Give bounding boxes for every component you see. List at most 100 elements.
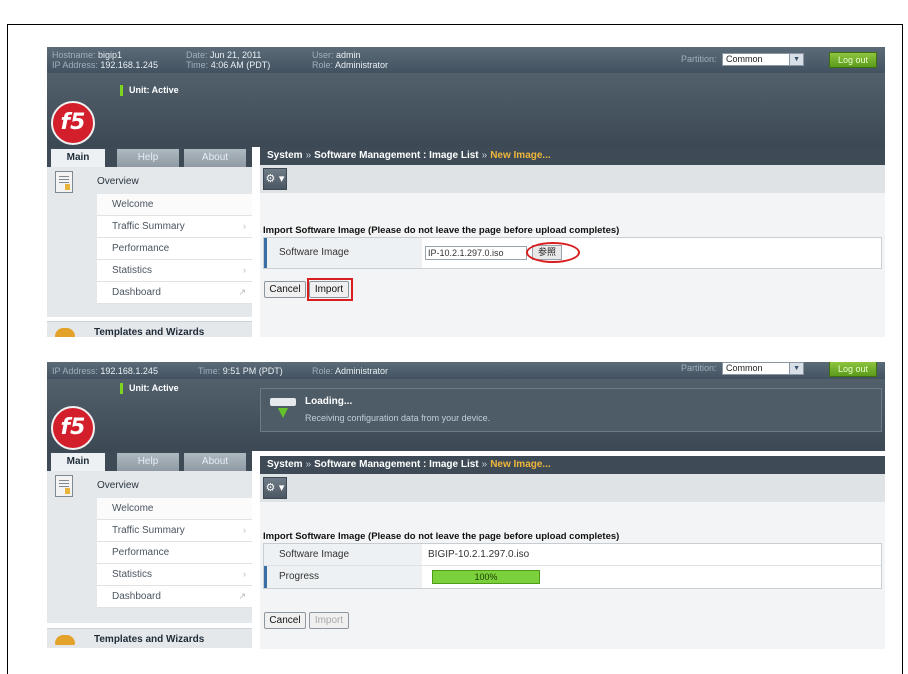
highlight-circle <box>526 242 580 263</box>
templates-label: Templates and Wizards <box>94 327 205 337</box>
partition-select[interactable]: Common ▼ <box>722 362 805 375</box>
partition-value: Common <box>726 363 763 373</box>
external-link-icon: ↗ <box>238 287 246 297</box>
sidebar: Overview Welcome Traffic Summary › Perfor… <box>47 167 252 317</box>
sidebar-templates[interactable]: Templates and Wizards <box>47 321 252 337</box>
sidebar: Overview Welcome Traffic Summary › Perfor… <box>47 471 252 623</box>
chevron-down-icon: ▼ <box>789 54 804 65</box>
top-header: Hostname: bigip1 IP Address: 192.168.1.2… <box>47 47 885 73</box>
partition-control: Partition: Common ▼ <box>681 362 805 375</box>
sidebar-item-performance[interactable]: Performance <box>97 238 252 260</box>
sidebar-item-label: Statistics <box>112 265 153 276</box>
screenshot-upload-form: Hostname: bigip1 IP Address: 192.168.1.2… <box>47 47 885 337</box>
f5-logo: f5 <box>51 406 95 450</box>
date-value: Jun 21, 2011 <box>210 50 262 60</box>
role-value: Administrator <box>335 366 389 376</box>
user-label: User: <box>312 50 334 60</box>
logout-button[interactable]: Log out <box>829 52 877 68</box>
download-icon <box>270 395 296 423</box>
sidebar-item-label: Dashboard <box>112 591 161 602</box>
software-image-label: Software Image <box>264 544 422 565</box>
sidebar-item-performance[interactable]: Performance <box>97 542 252 564</box>
sidebar-overview[interactable]: Overview <box>49 169 252 193</box>
sidebar-templates[interactable]: Templates and Wizards <box>47 628 252 648</box>
sidebar-items: Welcome Traffic Summary › Performance Sta… <box>97 498 252 608</box>
sidebar-item-traffic-summary[interactable]: Traffic Summary › <box>97 520 252 542</box>
breadcrumb-separator: » <box>305 459 312 470</box>
ip-value: 192.168.1.245 <box>100 60 158 70</box>
sidebar-item-dashboard[interactable]: Dashboard ↗ <box>97 586 252 608</box>
tab-main[interactable]: Main <box>51 453 105 471</box>
sidebar-item-label: Dashboard <box>112 287 161 298</box>
partition-label: Partition: <box>681 362 717 373</box>
tab-help[interactable]: Help <box>117 149 179 167</box>
progress-label: Progress <box>264 566 422 588</box>
sidebar-item-dashboard[interactable]: Dashboard ↗ <box>97 282 252 304</box>
sidebar-item-traffic-summary[interactable]: Traffic Summary › <box>97 216 252 238</box>
sidebar-item-statistics[interactable]: Statistics › <box>97 260 252 282</box>
external-link-icon: ↗ <box>238 591 246 601</box>
loading-notice: Loading... Receiving configuration data … <box>260 388 882 432</box>
partition-value: Common <box>726 54 763 64</box>
highlight-box <box>307 278 353 301</box>
banner: f5 Unit: Active Loading... Receiving con… <box>47 379 885 451</box>
sidebar-item-label: Welcome <box>112 199 154 210</box>
table-row: Software Image IP-10.2.1.297.0.iso 参照 <box>264 238 881 268</box>
role-value: Administrator <box>335 60 389 70</box>
breadcrumb-system[interactable]: System <box>267 459 303 470</box>
chevron-down-icon: ▼ <box>789 363 804 374</box>
chevron-right-icon: › <box>243 265 246 275</box>
templates-label: Templates and Wizards <box>94 634 205 645</box>
time-value: 9:51 PM (PDT) <box>222 366 283 376</box>
date-label: Date: <box>186 50 208 60</box>
breadcrumb-image-list[interactable]: Software Management : Image List <box>314 150 478 161</box>
breadcrumb-current: New Image... <box>490 459 551 470</box>
cancel-button[interactable]: Cancel <box>264 612 306 629</box>
gear-menu-button[interactable]: ⚙ ▾ <box>263 477 287 499</box>
logout-button[interactable]: Log out <box>829 362 877 377</box>
role-label: Role: <box>312 366 334 376</box>
breadcrumb-image-list[interactable]: Software Management : Image List <box>314 459 478 470</box>
partition-select[interactable]: Common ▼ <box>722 53 805 66</box>
gear-menu-button[interactable]: ⚙ ▾ <box>263 168 287 190</box>
host-info: IP Address: 192.168.1.245 <box>52 366 158 376</box>
sidebar-item-welcome[interactable]: Welcome <box>97 498 252 520</box>
tab-about[interactable]: About <box>184 149 246 167</box>
sidebar-item-label: Performance <box>112 243 170 254</box>
import-button-disabled: Import <box>309 612 349 629</box>
progress-bar: 100% <box>432 570 540 584</box>
sidebar-item-statistics[interactable]: Statistics › <box>97 564 252 586</box>
tab-main[interactable]: Main <box>51 149 105 167</box>
sidebar-items: Welcome Traffic Summary › Performance Sta… <box>97 194 252 304</box>
breadcrumb: System» Software Management : Image List»… <box>260 456 885 474</box>
main-content: Import Software Image (Please do not lea… <box>260 193 885 337</box>
banner: f5 Unit: Active <box>47 73 885 147</box>
overview-icon <box>55 475 73 497</box>
file-path-input[interactable]: IP-10.2.1.297.0.iso <box>425 246 527 260</box>
breadcrumb-current: New Image... <box>490 150 551 161</box>
breadcrumb: System» Software Management : Image List»… <box>260 147 885 165</box>
breadcrumb-system[interactable]: System <box>267 150 303 161</box>
ip-label: IP Address: <box>52 60 98 70</box>
cancel-button[interactable]: Cancel <box>264 281 306 298</box>
sidebar-overview[interactable]: Overview <box>49 473 252 497</box>
tab-about[interactable]: About <box>184 453 246 471</box>
breadcrumb-separator: » <box>481 150 488 161</box>
partition-label: Partition: <box>681 53 717 64</box>
sidebar-item-label: Welcome <box>112 503 154 514</box>
time-label: Time: <box>198 366 221 376</box>
ip-label: IP Address: <box>52 366 98 376</box>
top-header: IP Address: 192.168.1.245 Time: 9:51 PM … <box>47 362 885 379</box>
chevron-right-icon: › <box>243 525 246 535</box>
import-form-table: Software Image BIGIP-10.2.1.297.0.iso Pr… <box>263 543 882 589</box>
user-info: User: admin Role: Administrator <box>312 50 388 70</box>
breadcrumb-separator: » <box>481 459 488 470</box>
overview-icon <box>55 171 73 193</box>
sidebar-item-welcome[interactable]: Welcome <box>97 194 252 216</box>
sidebar-item-label: Traffic Summary <box>112 221 185 232</box>
table-row: Progress 100% <box>264 566 881 588</box>
section-title: Import Software Image (Please do not lea… <box>263 531 620 542</box>
breadcrumb-separator: » <box>305 150 312 161</box>
tab-help[interactable]: Help <box>117 453 179 471</box>
section-title: Import Software Image (Please do not lea… <box>263 225 620 236</box>
